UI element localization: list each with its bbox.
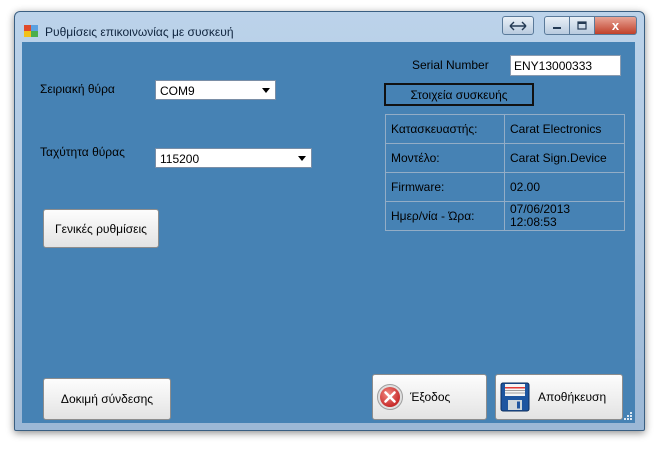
resize-grip-icon[interactable] <box>623 411 633 421</box>
test-connection-button[interactable]: Δοκιμή σύνδεσης <box>43 378 171 420</box>
minimize-button[interactable] <box>544 16 570 35</box>
baud-rate-label: Ταχύτητα θύρας <box>40 145 125 159</box>
maximize-button[interactable] <box>570 16 595 35</box>
exit-button-label: Έξοδος <box>410 390 451 404</box>
title-buttons: x <box>496 16 637 35</box>
restore-arrows-button[interactable] <box>502 16 534 35</box>
table-row: Firmware: 02.00 <box>385 172 625 202</box>
chevron-down-icon <box>262 88 270 93</box>
floppy-disk-icon <box>500 382 530 412</box>
baud-rate-value: 115200 <box>160 152 200 166</box>
device-info-title: Στοιχεία συσκευής <box>384 83 534 106</box>
datetime-label: Ημερ/νία - Ώρα: <box>385 201 505 231</box>
restore-arrows-icon <box>509 21 527 30</box>
manufacturer-label: Κατασκευαστής: <box>385 114 505 144</box>
maximize-icon <box>577 21 587 30</box>
window-title: Ρυθμίσεις επικοινωνίας με συσκευή <box>45 25 234 39</box>
serial-port-label: Σειριακή θύρα <box>40 82 115 96</box>
client-area: Σειριακή θύρα COM9 Ταχύτητα θύρας 115200… <box>22 42 635 423</box>
serial-port-value: COM9 <box>160 84 195 98</box>
manufacturer-value: Carat Electronics <box>504 114 625 144</box>
exit-button[interactable]: Έξοδος <box>372 374 487 420</box>
datetime-value: 07/06/2013 12:08:53 <box>504 201 625 231</box>
serial-port-select[interactable]: COM9 <box>155 80 276 100</box>
close-button[interactable]: x <box>595 16 637 35</box>
device-info-table: Κατασκευαστής: Carat Electronics Μοντέλο… <box>385 114 625 231</box>
close-icon: x <box>611 18 620 33</box>
title-bar[interactable]: Ρυθμίσεις επικοινωνίας με συσκευή x <box>15 12 644 42</box>
minimize-icon <box>553 26 561 29</box>
serial-number-field[interactable]: ENY13000333 <box>510 55 621 76</box>
firmware-value: 02.00 <box>504 172 625 202</box>
model-value: Carat Sign.Device <box>504 143 625 173</box>
model-label: Μοντέλο: <box>385 143 505 173</box>
save-button-label: Αποθήκευση <box>538 390 607 404</box>
firmware-label: Firmware: <box>385 172 505 202</box>
table-row: Ημερ/νία - Ώρα: 07/06/2013 12:08:53 <box>385 201 625 231</box>
table-row: Κατασκευαστής: Carat Electronics <box>385 114 625 144</box>
serial-number-label: Serial Number <box>412 58 489 72</box>
general-settings-button[interactable]: Γενικές ρυθμίσεις <box>43 209 159 248</box>
chevron-down-icon <box>298 156 306 161</box>
settings-window: Ρυθμίσεις επικοινωνίας με συσκευή x Σειρ… <box>14 11 645 431</box>
save-button[interactable]: Αποθήκευση <box>495 374 623 420</box>
baud-rate-select[interactable]: 115200 <box>155 148 312 168</box>
table-row: Μοντέλο: Carat Sign.Device <box>385 143 625 173</box>
app-icon <box>24 25 38 37</box>
exit-x-icon <box>377 384 403 410</box>
